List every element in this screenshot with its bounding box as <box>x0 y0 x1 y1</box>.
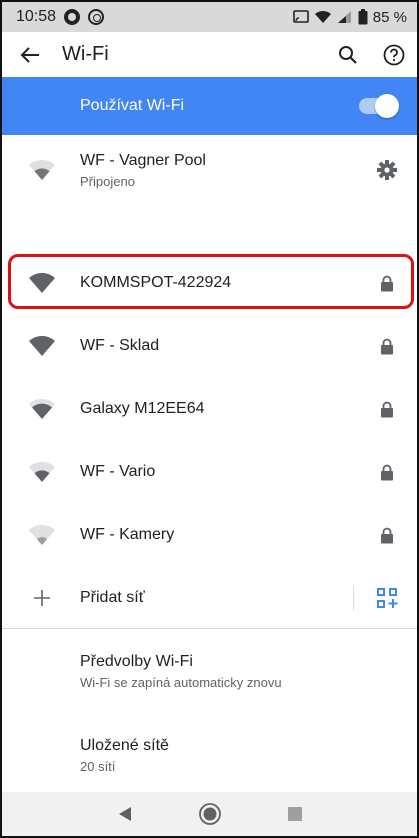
network-name: WF - Kamery <box>80 526 175 543</box>
wifi-preferences-item[interactable]: Předvolby Wi-Fi Wi-Fi se zapíná automati… <box>2 635 417 707</box>
status-time: 10:58 <box>16 8 57 25</box>
app-bar: Wi-Fi <box>2 32 417 77</box>
qr-code-icon <box>377 588 398 608</box>
notification-ring-icon <box>88 9 105 25</box>
lock-icon <box>381 464 393 480</box>
network-item-wf-vario[interactable]: WF - Vario <box>2 446 417 498</box>
nav-recents-button[interactable] <box>275 794 315 834</box>
network-name: WF - Vagner Pool <box>80 151 206 169</box>
lock-icon <box>381 275 393 291</box>
battery-percent: 85 % <box>372 8 407 26</box>
wifi-switch[interactable] <box>359 94 399 118</box>
qr-divider <box>353 585 354 611</box>
nav-back-icon <box>118 807 131 821</box>
wifi-signal-icon <box>29 272 55 293</box>
status-bar: 10:58 85 % <box>2 2 417 32</box>
status-left: 10:58 <box>16 8 105 26</box>
saved-networks-title: Uložené sítě <box>80 736 169 754</box>
nav-home-button[interactable] <box>190 794 230 834</box>
network-item-wf-kamery[interactable]: WF - Kamery <box>2 509 417 561</box>
network-name: KOMMSPOT-422924 <box>80 274 232 291</box>
wifi-signal-icon <box>29 524 55 545</box>
back-button[interactable] <box>2 32 58 77</box>
lock-icon <box>381 401 393 417</box>
wifi-signal-icon <box>29 461 55 482</box>
help-button[interactable] <box>371 32 417 77</box>
lock-icon <box>381 338 393 354</box>
arrow-back-icon <box>20 46 39 63</box>
add-network-label: Přidat síť <box>80 589 145 606</box>
nav-back-button[interactable] <box>105 794 145 834</box>
section-divider <box>2 628 417 629</box>
wifi-toggle-label: Používat Wi-Fi <box>80 97 185 114</box>
saved-networks-item[interactable]: Uložené sítě 20 sítí <box>2 719 417 791</box>
wifi-signal-icon <box>29 335 55 356</box>
search-icon <box>339 45 357 64</box>
nav-recents-icon <box>287 807 302 821</box>
add-network-row[interactable]: Přidat síť <box>2 572 417 624</box>
wifi-signal-icon <box>29 398 55 419</box>
page-title: Wi-Fi <box>62 43 109 65</box>
network-settings-button[interactable] <box>357 159 417 181</box>
network-item-kommspot[interactable]: KOMMSPOT-422924 <box>2 257 417 309</box>
nav-home-icon <box>198 803 221 825</box>
status-signal-icon <box>337 11 351 23</box>
network-item-wf-vagner-pool[interactable]: WF - Vagner Pool Připojeno <box>2 135 417 205</box>
status-right: 85 % <box>292 8 407 26</box>
network-item-wf-sklad[interactable]: WF - Sklad <box>2 320 417 372</box>
wifi-toggle-row[interactable]: Používat Wi-Fi <box>2 77 417 135</box>
qr-scan-button[interactable] <box>357 587 417 609</box>
plus-icon <box>34 590 50 606</box>
network-name: WF - Vario <box>80 463 156 480</box>
status-wifi-icon <box>314 10 331 23</box>
saved-networks-subtitle: 20 sítí <box>80 758 116 774</box>
network-name: WF - Sklad <box>80 337 160 354</box>
gear-icon <box>377 160 397 180</box>
preferences-subtitle: Wi-Fi se zapíná automaticky znovu <box>80 674 282 690</box>
lock-icon <box>381 527 393 543</box>
preferences-title: Předvolby Wi-Fi <box>80 652 193 670</box>
wifi-signal-icon <box>29 159 55 180</box>
search-button[interactable] <box>325 32 371 77</box>
network-status: Připojeno <box>80 173 135 189</box>
switch-knob <box>375 94 399 118</box>
help-icon <box>383 44 405 65</box>
network-name: Galaxy M12EE64 <box>80 400 205 417</box>
cast-icon <box>292 10 309 23</box>
system-nav-bar <box>2 792 417 836</box>
battery-icon <box>358 9 368 25</box>
notification-dot-icon <box>64 9 81 25</box>
screen: 10:58 85 % Wi-Fi Používat Wi-Fi WF - Vag… <box>0 0 419 838</box>
network-item-galaxy[interactable]: Galaxy M12EE64 <box>2 383 417 435</box>
